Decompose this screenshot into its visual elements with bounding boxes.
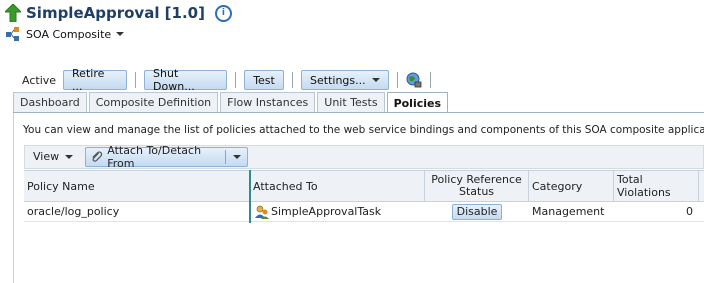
column-header-policy-name[interactable]: Policy Name: [24, 171, 250, 201]
test-button[interactable]: Test: [244, 70, 285, 90]
chevron-down-icon: [65, 154, 74, 159]
chevron-down-icon: [233, 155, 241, 159]
tab-dashboard[interactable]: Dashboard: [13, 92, 87, 112]
button-separator: [225, 150, 226, 164]
paperclip-icon: [92, 151, 103, 162]
chevron-down-icon: [116, 32, 125, 36]
cell-policy-status: Disable: [425, 202, 529, 221]
cell-attached-to[interactable]: SimpleApprovalTask: [252, 202, 425, 221]
up-arrow-icon: [5, 4, 21, 22]
toolbar-separator: [292, 72, 294, 88]
policies-table-header: Policy Name Attached To Policy Reference…: [24, 170, 704, 202]
attach-detach-label: Attach To/Detach From: [107, 144, 202, 170]
toolbar-separator: [430, 72, 432, 88]
composite-menu-label: SOA Composite: [26, 27, 112, 41]
state-label: Active: [22, 73, 57, 87]
cell-category: Management: [532, 205, 605, 218]
page-title: SimpleApproval [1.0]: [26, 4, 205, 22]
toolbar-separator: [397, 72, 399, 88]
tab-policies[interactable]: Policies: [386, 92, 449, 113]
column-header-attached-to[interactable]: Attached To: [250, 171, 425, 201]
globe-test-icon[interactable]: [406, 72, 422, 88]
cell-total-violations: 0: [686, 205, 693, 218]
settings-button[interactable]: Settings...: [301, 70, 390, 90]
composite-icon: [6, 27, 19, 41]
attached-to-label: SimpleApprovalTask: [271, 205, 382, 218]
column-header-total-violations[interactable]: Total Violations: [614, 171, 699, 201]
view-menu[interactable]: View: [33, 150, 74, 163]
tab-composite-definition[interactable]: Composite Definition: [88, 92, 219, 112]
column-header-policy-reference-status[interactable]: Policy Reference Status: [425, 171, 529, 201]
composite-menu[interactable]: SOA Composite: [6, 25, 125, 43]
table-row[interactable]: oracle/log_policy SimpleApprovalTask Dis…: [24, 202, 704, 222]
title-bar: SimpleApproval [1.0] i: [5, 2, 232, 24]
settings-label: Settings...: [310, 73, 366, 87]
composite-toolbar: Active Retire ... Shut Down... Test Sett…: [22, 67, 439, 93]
shutdown-button[interactable]: Shut Down...: [144, 67, 228, 93]
tab-unit-tests[interactable]: Unit Tests: [317, 92, 385, 112]
column-resize-indicator: [249, 170, 251, 223]
attach-detach-button[interactable]: Attach To/Detach From: [85, 144, 248, 170]
composite-tabs: Dashboard Composite Definition Flow Inst…: [13, 92, 450, 113]
human-task-icon: [255, 205, 269, 219]
column-header-category[interactable]: Category: [529, 171, 614, 201]
toolbar-separator: [135, 72, 137, 88]
retire-button[interactable]: Retire ...: [63, 67, 128, 93]
cell-policy-name[interactable]: oracle/log_policy: [24, 202, 250, 221]
info-icon[interactable]: i: [214, 4, 232, 22]
tab-flow-instances[interactable]: Flow Instances: [220, 92, 316, 112]
policies-description: You can view and manage the list of poli…: [23, 124, 704, 136]
toolbar-separator: [235, 72, 237, 88]
chevron-down-icon: [372, 78, 381, 82]
disable-button[interactable]: Disable: [451, 203, 503, 220]
view-menu-label: View: [33, 150, 60, 163]
